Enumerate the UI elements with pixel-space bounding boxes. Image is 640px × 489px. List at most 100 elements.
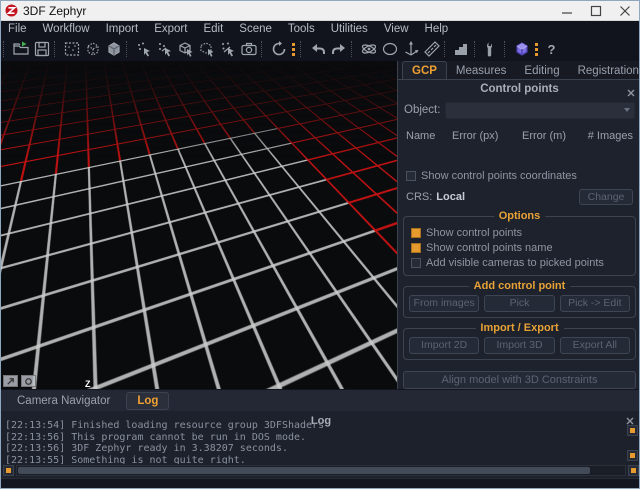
- show-control-points-label: Show control points: [426, 226, 522, 240]
- add-visible-cameras-checkbox[interactable]: [411, 258, 421, 268]
- log-line: [22:13:55] Something is not quite right.: [5, 455, 623, 465]
- orbit-button[interactable]: [358, 38, 379, 60]
- menu-edit[interactable]: Edit: [195, 23, 231, 35]
- tab-gcp[interactable]: GCP: [402, 61, 447, 79]
- align-model-button[interactable]: Align model with 3D Constraints: [403, 371, 636, 389]
- deselect-points-icon: [219, 40, 237, 58]
- scrollbar-thumb[interactable]: [18, 467, 590, 474]
- import-export-title: Import / Export: [475, 322, 563, 334]
- object-select[interactable]: [445, 102, 635, 119]
- column-name: Name: [406, 130, 452, 142]
- menu-file[interactable]: File: [1, 23, 35, 35]
- pick-points-drag-button[interactable]: [154, 38, 175, 60]
- add-control-point-group: Add control point From images Pick Pick …: [403, 286, 636, 318]
- viewport-corner-button-1[interactable]: [3, 375, 18, 387]
- scrollbar-track[interactable]: [16, 465, 626, 476]
- menu-import[interactable]: Import: [98, 23, 147, 35]
- menu-tools[interactable]: Tools: [280, 23, 323, 35]
- export-all-button[interactable]: Export All: [560, 337, 630, 354]
- change-crs-button[interactable]: Change: [579, 189, 633, 205]
- show-control-points-checkbox[interactable]: [411, 228, 421, 238]
- pick-points-button[interactable]: [133, 38, 154, 60]
- tab-measures[interactable]: Measures: [447, 62, 516, 79]
- menu-scene[interactable]: Scene: [231, 23, 280, 35]
- scroll-right-button[interactable]: [628, 465, 639, 476]
- menu-view[interactable]: View: [376, 23, 417, 35]
- import-2d-button[interactable]: Import 2D: [409, 337, 479, 354]
- help-icon: ?: [548, 42, 556, 57]
- log-lines[interactable]: [22:13:54] Finished loading resource gro…: [5, 420, 623, 464]
- show-control-points-name-checkbox[interactable]: [411, 243, 421, 253]
- select-images-button[interactable]: [61, 38, 82, 60]
- toolbar-separator: [3, 41, 8, 57]
- toolbar: ?: [1, 37, 639, 61]
- panel-close-button[interactable]: [627, 84, 635, 102]
- mesh-button[interactable]: [103, 38, 124, 60]
- control-points-list[interactable]: [398, 142, 640, 167]
- app-logo-icon: [5, 4, 18, 17]
- from-images-button[interactable]: From images: [409, 295, 479, 312]
- save-project-button[interactable]: [31, 38, 52, 60]
- add-control-point-title: Add control point: [469, 280, 571, 292]
- show-coordinates-row: Show control points coordinates: [406, 170, 633, 182]
- status-bar: [1, 478, 640, 489]
- menu-utilities[interactable]: Utilities: [323, 23, 376, 35]
- show-coordinates-checkbox[interactable]: [406, 171, 416, 181]
- tab-camera-navigator[interactable]: Camera Navigator: [7, 393, 120, 409]
- column-error-m: Error (m): [522, 130, 586, 142]
- sparse-point-cloud-button[interactable]: [82, 38, 103, 60]
- help-button[interactable]: ?: [541, 38, 562, 60]
- menu-workflow[interactable]: Workflow: [35, 23, 98, 35]
- settings-wrench-button[interactable]: [481, 38, 502, 60]
- masquerade-button[interactable]: [511, 38, 532, 60]
- undo-button[interactable]: [307, 38, 328, 60]
- camera-icon: [240, 40, 258, 58]
- toolbar-separator: [474, 41, 479, 57]
- close-button[interactable]: [610, 1, 639, 20]
- minimize-button[interactable]: [552, 1, 581, 20]
- viewport-corner-button-2[interactable]: [21, 375, 36, 387]
- transform-gizmo-button[interactable]: [400, 38, 421, 60]
- pick-points-icon: [135, 40, 153, 58]
- undo-icon: [309, 40, 327, 58]
- histogram-button[interactable]: [451, 38, 472, 60]
- tab-registration[interactable]: Registration: [569, 62, 640, 79]
- menu-export[interactable]: Export: [146, 23, 195, 35]
- pick-button[interactable]: Pick: [484, 295, 554, 312]
- redo-button[interactable]: [328, 38, 349, 60]
- select-lasso-button[interactable]: [196, 38, 217, 60]
- toolbar-separator: [54, 41, 59, 57]
- import-export-group: Import / Export Import 2D Import 3D Expo…: [403, 328, 636, 360]
- measure-button[interactable]: [421, 38, 442, 60]
- toolbar-overflow-dots: [292, 43, 295, 56]
- save-icon: [33, 40, 51, 58]
- toolbar-separator: [261, 41, 266, 57]
- log-vertical-scrollbar[interactable]: [627, 425, 639, 461]
- toolbar-separator: [126, 41, 131, 57]
- object-dropdown-button[interactable]: [619, 103, 634, 118]
- import-3d-button[interactable]: Import 3D: [484, 337, 554, 354]
- deselect-points-button[interactable]: [217, 38, 238, 60]
- tab-log[interactable]: Log: [126, 392, 169, 410]
- scroll-arrow-icon: [630, 428, 635, 433]
- menu-help[interactable]: Help: [417, 23, 457, 35]
- select-box-button[interactable]: [175, 38, 196, 60]
- measure-icon: [423, 40, 441, 58]
- toolbar-separator: [300, 41, 305, 57]
- circle-select-button[interactable]: [379, 38, 400, 60]
- tab-editing[interactable]: Editing: [515, 62, 568, 79]
- column-error-px: Error (px): [452, 130, 522, 142]
- pick-edit-button[interactable]: Pick -> Edit: [560, 295, 630, 312]
- maximize-button[interactable]: [581, 1, 610, 20]
- log-horizontal-scrollbar[interactable]: [3, 464, 639, 476]
- camera-button[interactable]: [238, 38, 259, 60]
- refresh-button[interactable]: [268, 38, 289, 60]
- scroll-left-button[interactable]: [3, 465, 14, 476]
- scroll-up-button[interactable]: [627, 425, 638, 436]
- viewport-3d[interactable]: Z Y X: [1, 61, 398, 389]
- orbit-icon: [360, 40, 378, 58]
- scroll-down-button[interactable]: [627, 450, 638, 461]
- open-project-button[interactable]: [10, 38, 31, 60]
- transform-gizmo-icon: [402, 40, 420, 58]
- mesh-icon: [105, 40, 123, 58]
